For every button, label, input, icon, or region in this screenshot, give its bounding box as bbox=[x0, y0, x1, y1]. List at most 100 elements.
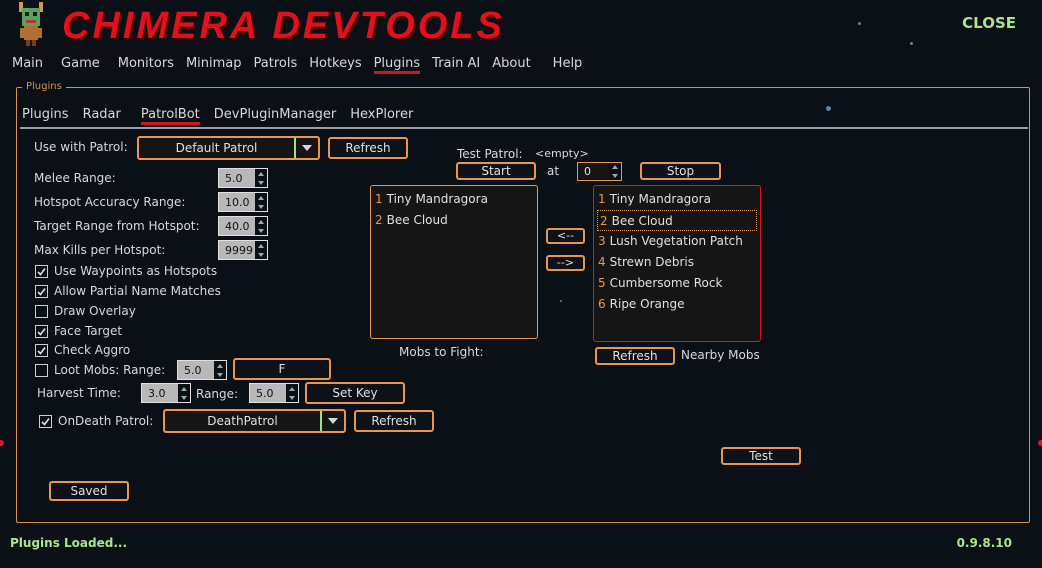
checkbox-unchecked-icon bbox=[35, 304, 48, 318]
tab-train-ai[interactable]: Train AI bbox=[432, 54, 480, 74]
list-item[interactable]: 5 Cumbersome Rock bbox=[594, 273, 760, 294]
use-with-patrol-dropdown[interactable]: Default Patrol bbox=[137, 136, 320, 160]
checkbox-checked-icon bbox=[35, 284, 48, 298]
list-item[interactable]: 6 Ripe Orange bbox=[594, 294, 760, 315]
target-range-label: Target Range from Hotspot: bbox=[34, 219, 200, 233]
subtab-devpluginmanager[interactable]: DevPluginManager bbox=[214, 106, 336, 125]
checkbox-checked-icon bbox=[35, 324, 48, 338]
spinner-arrows-icon[interactable] bbox=[286, 384, 298, 402]
spinner-arrows-icon[interactable] bbox=[255, 241, 267, 259]
version-text: 0.9.8.10 bbox=[956, 536, 1012, 550]
test-button[interactable]: Test bbox=[721, 447, 801, 465]
test-patrol-label: Test Patrol: bbox=[457, 147, 523, 161]
main-nav: Main Game Monitors Minimap Patrols Hotke… bbox=[12, 54, 594, 74]
harvest-time-label: Harvest Time: bbox=[37, 386, 121, 400]
use-with-patrol-label: Use with Patrol: bbox=[34, 140, 128, 154]
harvest-range-spinner[interactable]: 5.0 bbox=[249, 383, 299, 403]
tab-main[interactable]: Main bbox=[12, 54, 43, 74]
chevron-down-icon bbox=[320, 411, 344, 431]
ondeath-patrol-dropdown[interactable]: DeathPatrol bbox=[163, 409, 346, 433]
subtab-radar[interactable]: Radar bbox=[83, 106, 121, 125]
loot-mobs-checkbox[interactable]: Loot Mobs: Range: bbox=[35, 363, 165, 377]
hotspot-accuracy-label: Hotspot Accuracy Range: bbox=[34, 195, 186, 209]
spinner-arrows-icon[interactable] bbox=[255, 169, 267, 187]
face-target-checkbox[interactable]: Face Target bbox=[35, 324, 122, 338]
list-item[interactable]: 3 Lush Vegetation Patch bbox=[594, 231, 760, 252]
tab-help[interactable]: Help bbox=[553, 54, 583, 74]
harvest-time-value: 3.0 bbox=[148, 386, 166, 400]
list-item-selected[interactable]: 2 Bee Cloud bbox=[597, 210, 757, 231]
close-button[interactable]: CLOSE bbox=[962, 14, 1016, 32]
checkbox-checked-icon bbox=[39, 414, 52, 428]
mobs-to-fight-label: Mobs to Fight: bbox=[399, 345, 484, 359]
subtab-hexplorer[interactable]: HexPlorer bbox=[350, 106, 413, 125]
list-item[interactable]: 1 Tiny Mandragora bbox=[594, 189, 760, 210]
target-range-value: 40.0 bbox=[225, 219, 250, 233]
draw-overlay-checkbox[interactable]: Draw Overlay bbox=[35, 304, 136, 318]
spinner-arrows-icon[interactable] bbox=[255, 217, 267, 235]
patrol-refresh-button[interactable]: Refresh bbox=[328, 137, 408, 159]
check-aggro-checkbox[interactable]: Check Aggro bbox=[35, 343, 130, 357]
hotspot-accuracy-spinner[interactable]: 10.0 bbox=[218, 192, 268, 212]
loot-range-spinner[interactable]: 5.0 bbox=[177, 360, 227, 380]
list-item[interactable]: 4 Strewn Debris bbox=[594, 252, 760, 273]
spinner-arrows-icon[interactable] bbox=[609, 163, 621, 180]
remove-mob-button[interactable]: <-- bbox=[546, 228, 585, 244]
plugins-subnav: Plugins Radar PatrolBot DevPluginManager… bbox=[22, 106, 427, 125]
at-index-value: 0 bbox=[584, 165, 591, 178]
max-kills-spinner[interactable]: 9999 bbox=[218, 240, 268, 260]
at-index-spinner[interactable]: 0 bbox=[577, 162, 622, 181]
melee-range-spinner[interactable]: 5.0 bbox=[218, 168, 268, 188]
mobs-to-fight-list[interactable]: 1 Tiny Mandragora 2 Bee Cloud bbox=[370, 185, 538, 339]
target-range-spinner[interactable]: 40.0 bbox=[218, 216, 268, 236]
melee-range-label: Melee Range: bbox=[34, 171, 116, 185]
loot-key-button[interactable]: F bbox=[233, 358, 331, 380]
start-button[interactable]: Start bbox=[456, 162, 536, 180]
spinner-arrows-icon[interactable] bbox=[255, 193, 267, 211]
add-mob-button[interactable]: --> bbox=[546, 255, 585, 271]
edge-marker-right bbox=[1038, 440, 1042, 446]
tab-patrols[interactable]: Patrols bbox=[254, 54, 298, 74]
tab-plugins[interactable]: Plugins bbox=[373, 54, 421, 74]
checkbox-unchecked-icon bbox=[35, 363, 48, 377]
set-key-button[interactable]: Set Key bbox=[305, 382, 405, 404]
nearby-mobs-label: Nearby Mobs bbox=[681, 348, 760, 362]
harvest-range-label: Range: bbox=[196, 387, 239, 401]
allow-partial-names-checkbox[interactable]: Allow Partial Name Matches bbox=[35, 284, 221, 298]
test-patrol-value: <empty> bbox=[535, 147, 589, 160]
subtab-plugins[interactable]: Plugins bbox=[22, 106, 69, 125]
chimera-logo-icon bbox=[16, 2, 46, 46]
hotspot-accuracy-value: 10.0 bbox=[225, 195, 250, 209]
nearby-mobs-list[interactable]: 1 Tiny Mandragora 2 Bee Cloud 3 Lush Vegeta… bbox=[593, 185, 761, 342]
tab-game[interactable]: Game bbox=[61, 54, 100, 74]
spinner-arrows-icon[interactable] bbox=[214, 361, 226, 379]
chevron-down-icon bbox=[294, 138, 318, 158]
tab-minimap[interactable]: Minimap bbox=[186, 54, 242, 74]
saved-button[interactable]: Saved bbox=[49, 481, 129, 501]
max-kills-label: Max Kills per Hotspot: bbox=[34, 243, 166, 257]
harvest-range-value: 5.0 bbox=[256, 386, 274, 400]
max-kills-value: 9999 bbox=[225, 243, 253, 257]
ondeath-patrol-value: DeathPatrol bbox=[207, 414, 278, 428]
use-with-patrol-value: Default Patrol bbox=[175, 141, 258, 155]
use-waypoints-checkbox[interactable]: Use Waypoints as Hotspots bbox=[35, 264, 217, 278]
nearby-refresh-button[interactable]: Refresh bbox=[595, 347, 675, 365]
ondeath-refresh-button[interactable]: Refresh bbox=[354, 410, 434, 432]
spinner-arrows-icon[interactable] bbox=[178, 384, 190, 402]
ondeath-patrol-checkbox[interactable]: OnDeath Patrol: bbox=[39, 414, 153, 428]
loot-range-value: 5.0 bbox=[184, 363, 202, 377]
checkbox-checked-icon bbox=[35, 343, 48, 357]
app-title: CHIMERA DEVTOOLS bbox=[62, 5, 505, 47]
list-item[interactable]: 1 Tiny Mandragora bbox=[371, 189, 537, 210]
plugins-frame-legend: Plugins bbox=[22, 81, 66, 92]
tab-monitors[interactable]: Monitors bbox=[118, 54, 174, 74]
tab-hotkeys[interactable]: Hotkeys bbox=[309, 54, 361, 74]
list-item[interactable]: 2 Bee Cloud bbox=[371, 210, 537, 231]
stop-button[interactable]: Stop bbox=[640, 162, 721, 180]
edge-marker-left bbox=[0, 440, 4, 446]
harvest-time-spinner[interactable]: 3.0 bbox=[141, 383, 191, 403]
subnav-divider bbox=[20, 127, 1028, 129]
subtab-patrolbot[interactable]: PatrolBot bbox=[140, 106, 200, 125]
at-label: at bbox=[547, 164, 560, 178]
tab-about[interactable]: About bbox=[492, 54, 530, 74]
